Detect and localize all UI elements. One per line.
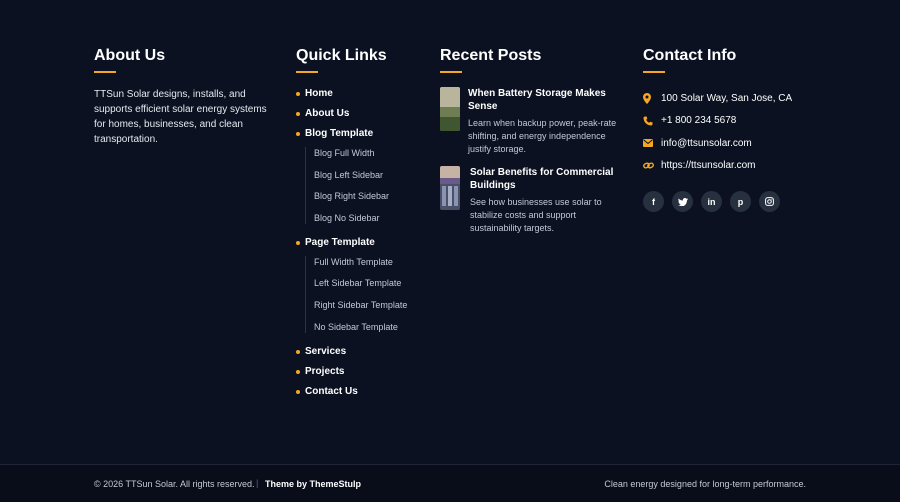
bullet-icon xyxy=(296,389,300,394)
heading-underline xyxy=(643,71,665,73)
link-blog-no-sidebar[interactable]: Blog No Sidebar xyxy=(314,212,426,224)
link-item-home: Home xyxy=(296,87,426,101)
bullet-icon xyxy=(296,349,300,354)
link-about-us[interactable]: About Us xyxy=(305,107,426,121)
contact-address: 100 Solar Way, San Jose, CA xyxy=(643,87,843,110)
contact-email: info@ttsunsolar.com xyxy=(643,132,843,155)
heading-underline xyxy=(296,71,318,73)
link-no-sidebar-template[interactable]: No Sidebar Template xyxy=(314,321,426,333)
link-item-projects: Projects xyxy=(296,365,426,379)
link-item-services: Services xyxy=(296,345,426,359)
contact-website: https://ttsunsolar.com xyxy=(643,155,843,178)
heading-underline xyxy=(94,71,116,73)
link-blog-template[interactable]: Blog Template xyxy=(305,127,426,141)
map-pin-icon xyxy=(643,92,661,104)
link-icon xyxy=(643,161,661,170)
link-item-page-template: Page Template Full Width Template Left S… xyxy=(296,236,426,333)
link-blog-right-sidebar[interactable]: Blog Right Sidebar xyxy=(314,190,426,202)
copyright-text: © 2026 TTSun Solar. All rights reserved. xyxy=(94,479,255,489)
about-column: About Us TTSun Solar designs, installs, … xyxy=(94,47,279,147)
link-blog-left-sidebar[interactable]: Blog Left Sidebar xyxy=(314,169,426,181)
twitter-icon[interactable] xyxy=(672,191,693,212)
post-title[interactable]: Solar Benefits for Commercial Buildings xyxy=(470,166,625,192)
link-blog-full-width[interactable]: Blog Full Width xyxy=(314,147,426,159)
page-template-submenu: Full Width Template Left Sidebar Templat… xyxy=(305,255,426,333)
website-text[interactable]: https://ttsunsolar.com xyxy=(661,160,756,171)
post-thumbnail-image[interactable] xyxy=(440,166,460,210)
post-thumbnail-image[interactable] xyxy=(440,87,460,131)
post-title[interactable]: When Battery Storage Makes Sense xyxy=(468,87,623,113)
recent-posts-column: Recent Posts When Battery Storage Makes … xyxy=(440,47,625,233)
instagram-icon[interactable] xyxy=(759,191,780,212)
bullet-icon xyxy=(296,92,300,96)
bullet-icon xyxy=(296,369,300,374)
bullet-icon xyxy=(296,240,300,245)
footer-bottom-bar: © 2026 TTSun Solar. All rights reserved.… xyxy=(0,464,900,502)
heading-underline xyxy=(440,71,462,73)
envelope-icon xyxy=(643,139,661,148)
link-projects[interactable]: Projects xyxy=(305,365,426,379)
link-left-sidebar-template[interactable]: Left Sidebar Template xyxy=(314,277,426,289)
facebook-icon[interactable]: f xyxy=(643,191,664,212)
tagline-text: Clean energy designed for long-term perf… xyxy=(604,479,806,489)
contact-phone: +1 800 234 5678 xyxy=(643,110,843,133)
address-text: 100 Solar Way, San Jose, CA xyxy=(661,92,793,104)
link-full-width-template[interactable]: Full Width Template xyxy=(314,256,426,268)
about-text: TTSun Solar designs, installs, and suppo… xyxy=(94,89,267,145)
contact-column: Contact Info 100 Solar Way, San Jose, CA… xyxy=(643,47,843,212)
link-home[interactable]: Home xyxy=(305,87,426,101)
recent-posts-heading: Recent Posts xyxy=(440,47,542,64)
linkedin-icon[interactable]: in xyxy=(701,191,722,212)
link-item-about: About Us xyxy=(296,107,426,121)
link-services[interactable]: Services xyxy=(305,345,426,359)
link-page-template[interactable]: Page Template xyxy=(305,236,426,250)
email-text[interactable]: info@ttsunsolar.com xyxy=(661,138,752,149)
footer-main: About Us TTSun Solar designs, installs, … xyxy=(0,0,900,464)
post-excerpt: Learn when backup power, peak-rate shift… xyxy=(468,118,617,154)
social-links: f in p xyxy=(643,191,843,212)
quick-links-heading: Quick Links xyxy=(296,47,387,64)
bullet-icon xyxy=(296,132,300,136)
separator: | xyxy=(256,478,259,488)
bullet-icon xyxy=(296,112,300,116)
about-heading: About Us xyxy=(94,47,166,64)
quick-links-list: Home About Us Blog Template Blog Full Wi… xyxy=(296,87,426,399)
theme-credit-link[interactable]: Theme by ThemeStulp xyxy=(265,479,361,489)
phone-text[interactable]: +1 800 234 5678 xyxy=(661,115,736,126)
link-right-sidebar-template[interactable]: Right Sidebar Template xyxy=(314,299,426,311)
post-excerpt: See how businesses use solar to stabiliz… xyxy=(470,197,602,233)
quick-links-column: Quick Links Home About Us Blog Template … xyxy=(296,47,426,399)
blog-template-submenu: Blog Full Width Blog Left Sidebar Blog R… xyxy=(305,147,426,224)
contact-heading: Contact Info xyxy=(643,47,737,64)
link-item-blog-template: Blog Template Blog Full Width Blog Left … xyxy=(296,127,426,224)
link-item-contact: Contact Us xyxy=(296,385,426,399)
link-contact-us[interactable]: Contact Us xyxy=(305,385,426,399)
pinterest-icon[interactable]: p xyxy=(730,191,751,212)
phone-icon xyxy=(643,116,661,126)
